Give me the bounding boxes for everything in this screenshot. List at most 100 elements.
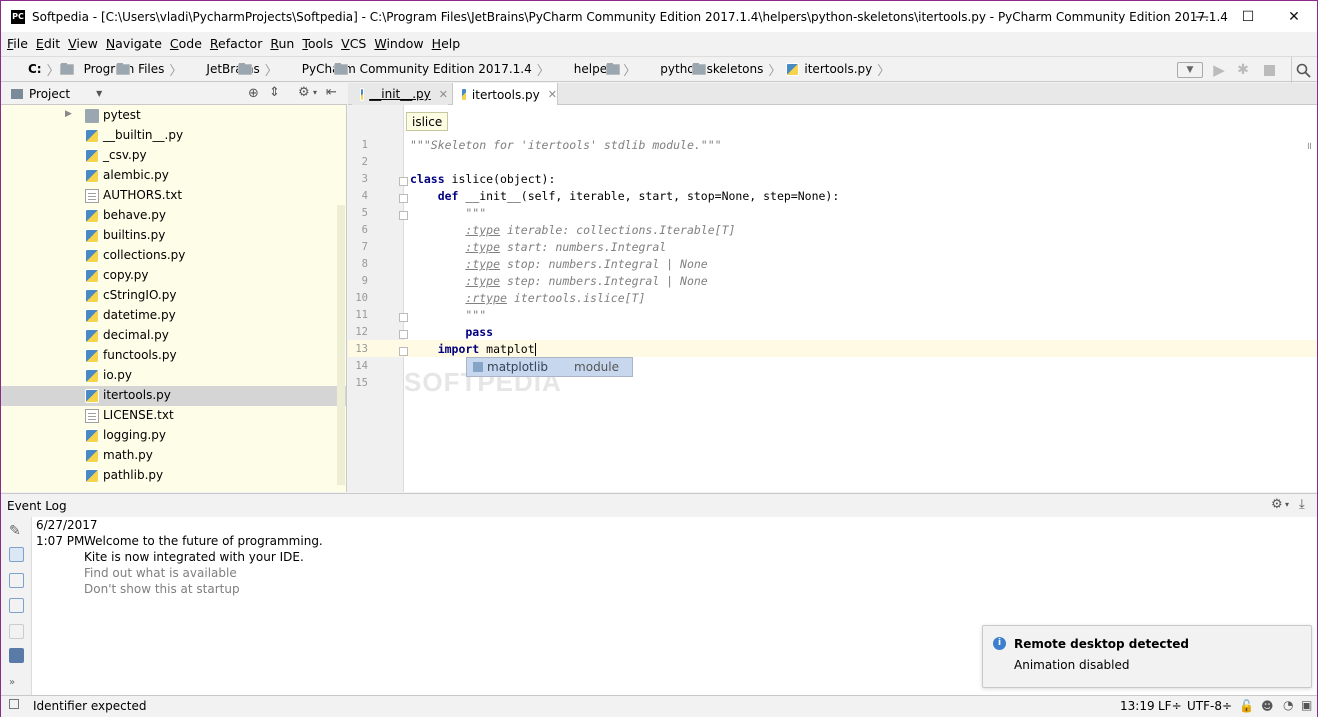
breadcrumb-python-skeletons[interactable]: python-skeletons 〉 — [641, 60, 786, 79]
tree-item[interactable]: cStringIO.py — [1, 286, 346, 306]
tree-item-label: decimal.py — [103, 328, 169, 342]
tree-item[interactable]: logging.py — [1, 426, 346, 446]
tree-item[interactable]: AUTHORS.txt — [1, 186, 346, 206]
search-everywhere-button[interactable] — [1291, 57, 1315, 83]
lock-icon[interactable]: 🔓 — [1239, 699, 1254, 713]
tree-item[interactable]: itertools.py — [1, 386, 346, 406]
menu-run[interactable]: Run — [266, 36, 298, 51]
folder-icon — [333, 62, 348, 75]
hide-panel-icon[interactable]: ⇤ — [326, 85, 337, 100]
tree-scrollbar[interactable] — [337, 205, 345, 485]
maximize-button[interactable]: ☐ — [1225, 1, 1271, 32]
tree-item[interactable]: ▶ pytest — [1, 106, 346, 126]
breadcrumb-file[interactable]: itertools.py 〉 — [786, 60, 895, 79]
more-icon[interactable]: » — [9, 677, 24, 692]
menu-help[interactable]: Help — [428, 36, 465, 51]
status-bar: Identifier expected 13:19 LF÷ UTF-8÷ 🔓 ☻… — [1, 695, 1317, 717]
folder-icon — [115, 62, 130, 75]
tree-item-label: datetime.py — [103, 308, 176, 322]
locate-target-icon[interactable]: ⊕ — [248, 86, 259, 101]
mark-read-icon[interactable] — [9, 624, 24, 639]
project-view-selector[interactable]: Project — [29, 87, 70, 101]
caret-position[interactable]: 13:19 — [1120, 699, 1155, 713]
event-log-status-icon[interactable]: ▣ — [1301, 698, 1312, 712]
tool-windows-icon[interactable] — [9, 699, 19, 709]
minimize-button[interactable]: — — [1179, 1, 1225, 32]
code-editor[interactable]: 1 2 3 4 5 6 7 8 9 10 11 12 13 14 15 islice """Skeleton… — [348, 105, 1317, 492]
tree-item[interactable]: io.py — [1, 366, 346, 386]
tab-itertools-py[interactable]: itertools.py ✕ — [452, 83, 558, 106]
run-config-dropdown[interactable]: ▼ — [1176, 57, 1204, 83]
hector-inspector-icon[interactable]: ☻ — [1261, 699, 1274, 713]
file-encoding[interactable]: UTF-8÷ — [1187, 699, 1232, 713]
close-tab-icon[interactable]: ✕ — [548, 88, 557, 101]
tree-item[interactable]: alembic.py — [1, 166, 346, 186]
settings-wrench-icon[interactable]: ✎ — [9, 523, 24, 539]
tree-item[interactable]: math.py — [1, 446, 346, 466]
line-separator[interactable]: LF÷ — [1158, 699, 1182, 713]
tree-item[interactable]: _csv.py — [1, 146, 346, 166]
hide-panel-icon[interactable]: ⤓ — [1299, 497, 1305, 512]
tree-item[interactable]: collections.py — [1, 246, 346, 266]
chevron-down-icon[interactable]: ▾ — [313, 88, 317, 97]
tree-item[interactable]: __builtin__.py — [1, 126, 346, 146]
trash-icon[interactable] — [9, 648, 24, 663]
tree-item[interactable]: LICENSE.txt — [1, 406, 346, 426]
menu-view[interactable]: View — [64, 36, 102, 51]
tree-item[interactable]: datetime.py — [1, 306, 346, 326]
tree-item[interactable]: copy.py — [1, 266, 346, 286]
close-tab-icon[interactable]: ✕ — [439, 88, 448, 101]
balloon-icon[interactable] — [9, 547, 24, 562]
line-number: 2 — [361, 156, 368, 168]
fold-marker-icon[interactable] — [399, 177, 408, 186]
fold-marker-icon[interactable] — [399, 211, 408, 220]
debug-button[interactable]: ✱ — [1233, 57, 1253, 83]
fold-marker-icon[interactable] — [399, 313, 408, 322]
menu-tools[interactable]: Tools — [298, 36, 337, 51]
menu-code[interactable]: Code — [166, 36, 206, 51]
close-button[interactable]: ✕ — [1271, 1, 1317, 32]
completion-item-name[interactable]: matplotlib — [487, 360, 548, 374]
notifications-icon[interactable]: ◔ — [1283, 698, 1293, 712]
tree-item[interactable]: behave.py — [1, 206, 346, 226]
gear-icon[interactable]: ⚙ — [298, 85, 310, 100]
gear-icon[interactable]: ⚙ — [1271, 497, 1283, 512]
python-file-icon — [85, 349, 99, 363]
breadcrumb-pycharm[interactable]: PyCharm Community Edition 2017.1.4 〉 — [283, 60, 555, 79]
breadcrumb-program-files[interactable]: Program Files 〉 — [65, 60, 188, 79]
event-link-find-out[interactable]: Find out what is available — [84, 566, 237, 580]
fold-marker-icon[interactable] — [399, 194, 408, 203]
line-number: 6 — [361, 224, 368, 236]
fold-marker-icon[interactable] — [399, 330, 408, 339]
menu-vcs[interactable]: VCS — [337, 36, 370, 51]
chevron-down-icon[interactable]: ▾ — [1285, 500, 1289, 509]
chevron-down-icon[interactable]: ▼ — [96, 89, 102, 98]
completion-popup[interactable]: matplotlib module — [466, 357, 633, 377]
stop-button[interactable] — [1259, 57, 1279, 83]
tab-init-py[interactable]: __init__.py ✕ — [352, 83, 448, 105]
breadcrumb-drive[interactable]: C: 〉 — [9, 60, 74, 79]
menu-edit[interactable]: Edit — [32, 36, 64, 51]
stop-icon — [1263, 64, 1275, 76]
soft-wrap-icon[interactable] — [9, 573, 24, 588]
inspection-indicator-icon[interactable]: ॥ — [1306, 138, 1312, 152]
tree-item[interactable]: decimal.py — [1, 326, 346, 346]
menu-window[interactable]: Window — [370, 36, 427, 51]
breadcrumb-jetbrains[interactable]: JetBrains 〉 — [187, 60, 282, 79]
breadcrumb-helpers[interactable]: helpers 〉 — [555, 60, 642, 79]
tree-item[interactable]: pathlib.py — [1, 466, 346, 486]
menu-bar: File Edit View Navigate Code Refactor Ru… — [1, 32, 1317, 54]
menu-file[interactable]: File — [3, 36, 32, 51]
event-link-dont-show[interactable]: Don't show this at startup — [84, 582, 240, 596]
tree-item[interactable]: builtins.py — [1, 226, 346, 246]
collapse-all-icon[interactable]: ⇕ — [269, 85, 280, 100]
menu-refactor[interactable]: Refactor — [206, 36, 266, 51]
fold-marker-icon[interactable] — [399, 347, 408, 356]
scroll-to-end-icon[interactable] — [9, 598, 24, 613]
menu-navigate[interactable]: Navigate — [102, 36, 166, 51]
run-button[interactable]: ▶ — [1209, 57, 1229, 83]
tree-item[interactable]: functools.py — [1, 346, 346, 366]
notification-balloon[interactable]: i Remote desktop detected Animation disa… — [982, 625, 1312, 688]
maximize-icon: ☐ — [1241, 8, 1255, 25]
expand-arrow-icon[interactable]: ▶ — [65, 109, 72, 119]
